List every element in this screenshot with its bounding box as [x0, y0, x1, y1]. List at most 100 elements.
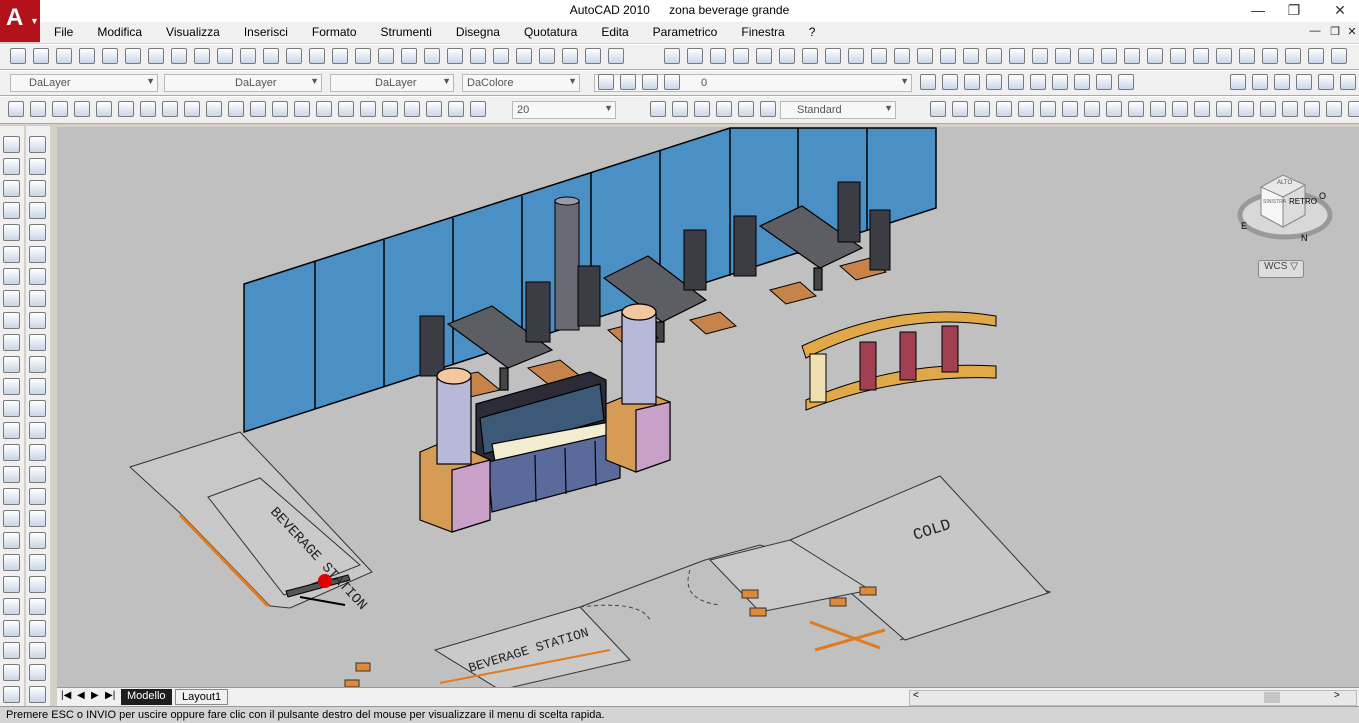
ucs-y-icon[interactable] [1304, 101, 1320, 117]
ucs-view-icon[interactable] [1194, 101, 1210, 117]
subtract-icon[interactable] [1252, 74, 1268, 90]
zoom-icon[interactable] [332, 48, 348, 64]
quick-dim-icon[interactable] [184, 101, 200, 117]
cont-orbit-icon[interactable] [694, 101, 710, 117]
join-icon[interactable] [29, 422, 46, 439]
baseline-dim-icon[interactable] [206, 101, 222, 117]
preview-icon[interactable] [756, 48, 772, 64]
tool-palette-icon[interactable] [401, 48, 417, 64]
drawing-canvas[interactable]: BEVERAGE STATION BEVERAGE STATION COLD [57, 127, 1359, 687]
scroll-left-icon[interactable]: < [913, 690, 919, 701]
design-center-icon[interactable] [1032, 48, 1048, 64]
new-icon[interactable] [1170, 48, 1186, 64]
ucs-apply-icon[interactable] [1348, 101, 1359, 117]
spline-icon[interactable] [3, 312, 20, 329]
menu-item-strumenti[interactable]: Strumenti [381, 22, 432, 39]
scale-text-icon[interactable] [29, 598, 46, 615]
undo-icon[interactable] [917, 48, 933, 64]
scroll-right-icon[interactable]: > [1334, 690, 1340, 701]
horizontal-scrollbar[interactable]: < > [909, 690, 1357, 706]
scrollbar-thumb[interactable] [1264, 692, 1280, 703]
jogged-dim-icon[interactable] [118, 101, 134, 117]
revision-cloud-icon[interactable] [3, 290, 20, 307]
sweep-icon[interactable] [1318, 74, 1334, 90]
viewcube[interactable]: RETRO ALTO SINISTRA N E O [1233, 167, 1333, 247]
3d-dwf-icon[interactable] [1308, 48, 1324, 64]
save-icon[interactable] [710, 48, 726, 64]
diameter-dim-icon[interactable] [140, 101, 156, 117]
linear-dim-icon[interactable] [8, 101, 24, 117]
tolerance-icon[interactable] [294, 101, 310, 117]
stretch-icon[interactable] [29, 312, 46, 329]
construction-line-icon[interactable] [3, 158, 20, 175]
dim-scale-combo[interactable]: 20 ▼ [512, 101, 616, 119]
break-dim-icon[interactable] [272, 101, 288, 117]
sun-icon[interactable] [1062, 101, 1078, 117]
menu-item-inserisci[interactable]: Inserisci [244, 22, 288, 39]
line-icon[interactable] [3, 136, 20, 153]
ucs-z-icon[interactable] [1238, 101, 1254, 117]
jogged-linear-icon[interactable] [360, 101, 376, 117]
point-icon[interactable] [3, 422, 20, 439]
plot-icon[interactable] [585, 48, 601, 64]
space-dim-icon[interactable] [250, 101, 266, 117]
publish-icon[interactable] [779, 48, 795, 64]
ucs-zaxis-icon[interactable] [1326, 101, 1342, 117]
preview-icon[interactable] [608, 48, 624, 64]
calculator-icon[interactable] [1124, 48, 1140, 64]
linetype-combo[interactable]: DaLayer ▼ [164, 74, 322, 92]
help-icon[interactable] [493, 48, 509, 64]
menu-item-parametrico[interactable]: Parametrico [653, 22, 718, 39]
dim-text-edit-icon[interactable] [404, 101, 420, 117]
doc-close-button[interactable]: ✕ [1345, 25, 1359, 39]
linear-dim-icon[interactable] [448, 101, 464, 117]
helix-icon[interactable] [1074, 74, 1090, 90]
arc-icon[interactable] [3, 246, 20, 263]
layer-manager-icon[interactable] [598, 74, 614, 90]
paste-icon[interactable] [217, 48, 233, 64]
move-icon[interactable] [29, 246, 46, 263]
sheet-set-icon[interactable] [1078, 48, 1094, 64]
ucs-prev-icon[interactable] [1128, 101, 1144, 117]
open-icon[interactable] [33, 48, 49, 64]
radius-dim-icon[interactable] [96, 101, 112, 117]
menu-item-file[interactable]: File [54, 22, 73, 39]
publish-icon[interactable] [125, 48, 141, 64]
offset-icon[interactable] [29, 202, 46, 219]
gradient-icon[interactable] [3, 466, 20, 483]
cylinder-icon[interactable] [1008, 74, 1024, 90]
extrude-icon[interactable] [1118, 74, 1134, 90]
box-icon[interactable] [920, 74, 936, 90]
make-block-icon[interactable] [3, 400, 20, 417]
camera-icon[interactable] [716, 101, 732, 117]
material-icon[interactable] [1018, 101, 1034, 117]
hatch-icon[interactable] [3, 444, 20, 461]
single-line-text-icon[interactable] [29, 686, 46, 703]
angular-dim-icon[interactable] [162, 101, 178, 117]
pyramid-icon[interactable] [1052, 74, 1068, 90]
copy-icon[interactable] [848, 48, 864, 64]
continue-dim-icon[interactable] [228, 101, 244, 117]
box-icon[interactable] [3, 642, 20, 659]
ellipse-icon[interactable] [3, 334, 20, 351]
match-icon[interactable] [894, 48, 910, 64]
justify-text-icon[interactable] [29, 620, 46, 637]
color-combo[interactable]: DaLayer ▼ [10, 74, 158, 92]
markup-icon[interactable] [1101, 48, 1117, 64]
ucs-icon[interactable] [1084, 101, 1100, 117]
save-icon[interactable] [562, 48, 578, 64]
chamfer-icon[interactable] [29, 444, 46, 461]
planar-icon[interactable] [1096, 74, 1112, 90]
new-icon[interactable] [516, 48, 532, 64]
fillet-icon[interactable] [29, 466, 46, 483]
sphere-icon[interactable] [986, 74, 1002, 90]
tab-layout1[interactable]: Layout1 [175, 689, 229, 705]
arc-dim-icon[interactable] [52, 101, 68, 117]
center-mark-icon[interactable] [316, 101, 332, 117]
doc-restore-button[interactable]: ❐ [1328, 25, 1342, 39]
new-icon[interactable] [664, 48, 680, 64]
mirror-icon[interactable] [29, 180, 46, 197]
free-orbit-icon[interactable] [672, 101, 688, 117]
redo-icon[interactable] [940, 48, 956, 64]
add-selected-icon[interactable] [3, 554, 20, 571]
